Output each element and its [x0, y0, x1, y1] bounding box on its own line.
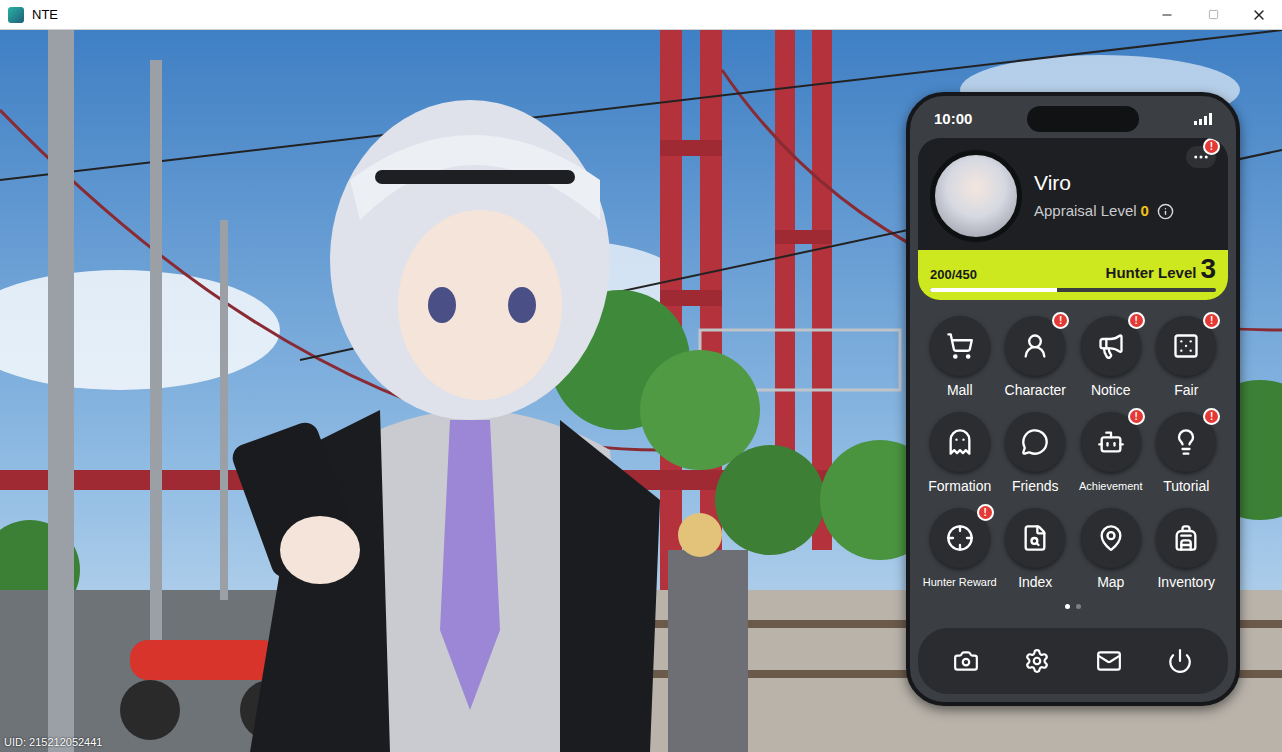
appraisal-value: 0 — [1141, 200, 1149, 223]
app-button[interactable]: !Notice — [1073, 316, 1149, 400]
dock-button[interactable] — [1087, 639, 1131, 683]
app-label: Mall — [947, 380, 973, 400]
app-label: Notice — [1091, 380, 1131, 400]
xp-reading: 200/450 — [930, 265, 977, 285]
app-button[interactable]: Index — [998, 508, 1074, 592]
app-button[interactable]: Friends — [998, 412, 1074, 496]
app-window: NTE 10:00 Viro Appraisal Level0! 200/450 Hunt… — [0, 0, 1282, 752]
app-icon — [1021, 332, 1049, 360]
more-button[interactable]: ! — [1186, 146, 1216, 168]
notification-badge: ! — [1052, 312, 1069, 329]
notification-badge: ! — [1203, 408, 1220, 425]
app-label: Achievement — [1079, 476, 1143, 496]
app-label: Inventory — [1157, 572, 1215, 592]
app-icon — [1172, 428, 1200, 456]
notification-badge: ! — [1203, 138, 1220, 155]
notification-badge: ! — [1128, 312, 1145, 329]
app-label: Map — [1097, 572, 1124, 592]
close-button[interactable] — [1236, 0, 1282, 29]
app-button[interactable]: !Fair — [1149, 316, 1225, 400]
app-button[interactable]: Formation — [922, 412, 998, 496]
app-button[interactable]: Mall — [922, 316, 998, 400]
dock — [918, 628, 1228, 694]
app-grid: Mall!Character!Notice!FairFormationFrien… — [918, 316, 1228, 592]
camera-icon — [953, 648, 979, 674]
level-strip: 200/450 Hunter Level3 — [918, 250, 1228, 300]
app-button[interactable]: !Character — [998, 316, 1074, 400]
notification-badge: ! — [1203, 312, 1220, 329]
app-label: Hunter Reward — [923, 572, 997, 592]
close-icon — [1251, 7, 1267, 23]
notification-badge: ! — [977, 504, 994, 521]
page-dot[interactable] — [1065, 604, 1070, 609]
dock-button[interactable] — [1158, 639, 1202, 683]
app-icon — [1021, 428, 1049, 456]
appraisal-label: Appraisal Level — [1034, 200, 1137, 223]
notch — [1027, 106, 1139, 132]
maximize-button[interactable] — [1190, 0, 1236, 29]
notification-badge: ! — [1128, 408, 1145, 425]
signal-icon — [1194, 113, 1212, 125]
app-label: Character — [1005, 380, 1066, 400]
hunter-level-label: Hunter Level — [1106, 262, 1197, 284]
app-button[interactable]: !Tutorial — [1149, 412, 1225, 496]
maximize-icon — [1208, 9, 1219, 20]
game-viewport[interactable]: 10:00 Viro Appraisal Level0! 200/450 Hunter … — [0, 30, 1282, 752]
minimize-icon — [1160, 8, 1174, 22]
app-button[interactable]: !Achievement — [1073, 412, 1149, 496]
dock-button[interactable] — [1015, 639, 1059, 683]
info-icon[interactable] — [1157, 203, 1174, 220]
mail-icon — [1096, 648, 1122, 674]
app-icon — [946, 524, 974, 552]
xp-bar — [930, 288, 1216, 292]
app-icon — [1172, 332, 1200, 360]
profile-card[interactable]: Viro Appraisal Level0! 200/450 Hunter Level… — [918, 138, 1228, 300]
app-icon — [1097, 524, 1125, 552]
app-button[interactable]: Map — [1073, 508, 1149, 592]
app-label: Index — [1018, 572, 1052, 592]
hunter-level-value: 3 — [1200, 254, 1216, 284]
app-icon — [1172, 524, 1200, 552]
clock: 10:00 — [934, 108, 972, 131]
app-label: Tutorial — [1163, 476, 1209, 496]
power-icon — [1167, 648, 1193, 674]
app-label: Fair — [1174, 380, 1198, 400]
app-label: Friends — [1012, 476, 1059, 496]
avatar — [930, 150, 1022, 242]
dock-button[interactable] — [944, 639, 988, 683]
page-dots — [918, 604, 1228, 609]
status-bar: 10:00 — [918, 100, 1228, 138]
app-icon — [1097, 332, 1125, 360]
uid-label: UID: 215212052441 — [4, 734, 102, 751]
settings-icon — [1024, 648, 1050, 674]
player-name: Viro — [1034, 170, 1174, 196]
page-dot[interactable] — [1076, 604, 1081, 609]
app-icon — [946, 332, 974, 360]
app-button[interactable]: !Hunter Reward — [922, 508, 998, 592]
app-label: Formation — [928, 476, 991, 496]
app-icon — [1097, 428, 1125, 456]
app-button[interactable]: Inventory — [1149, 508, 1225, 592]
minimize-button[interactable] — [1144, 0, 1190, 29]
app-logo-icon — [8, 7, 24, 23]
title-bar: NTE — [0, 0, 1282, 30]
window-title: NTE — [32, 5, 58, 25]
app-icon — [946, 428, 974, 456]
app-icon — [1021, 524, 1049, 552]
phone-menu: 10:00 Viro Appraisal Level0! 200/450 Hunter … — [906, 92, 1240, 706]
